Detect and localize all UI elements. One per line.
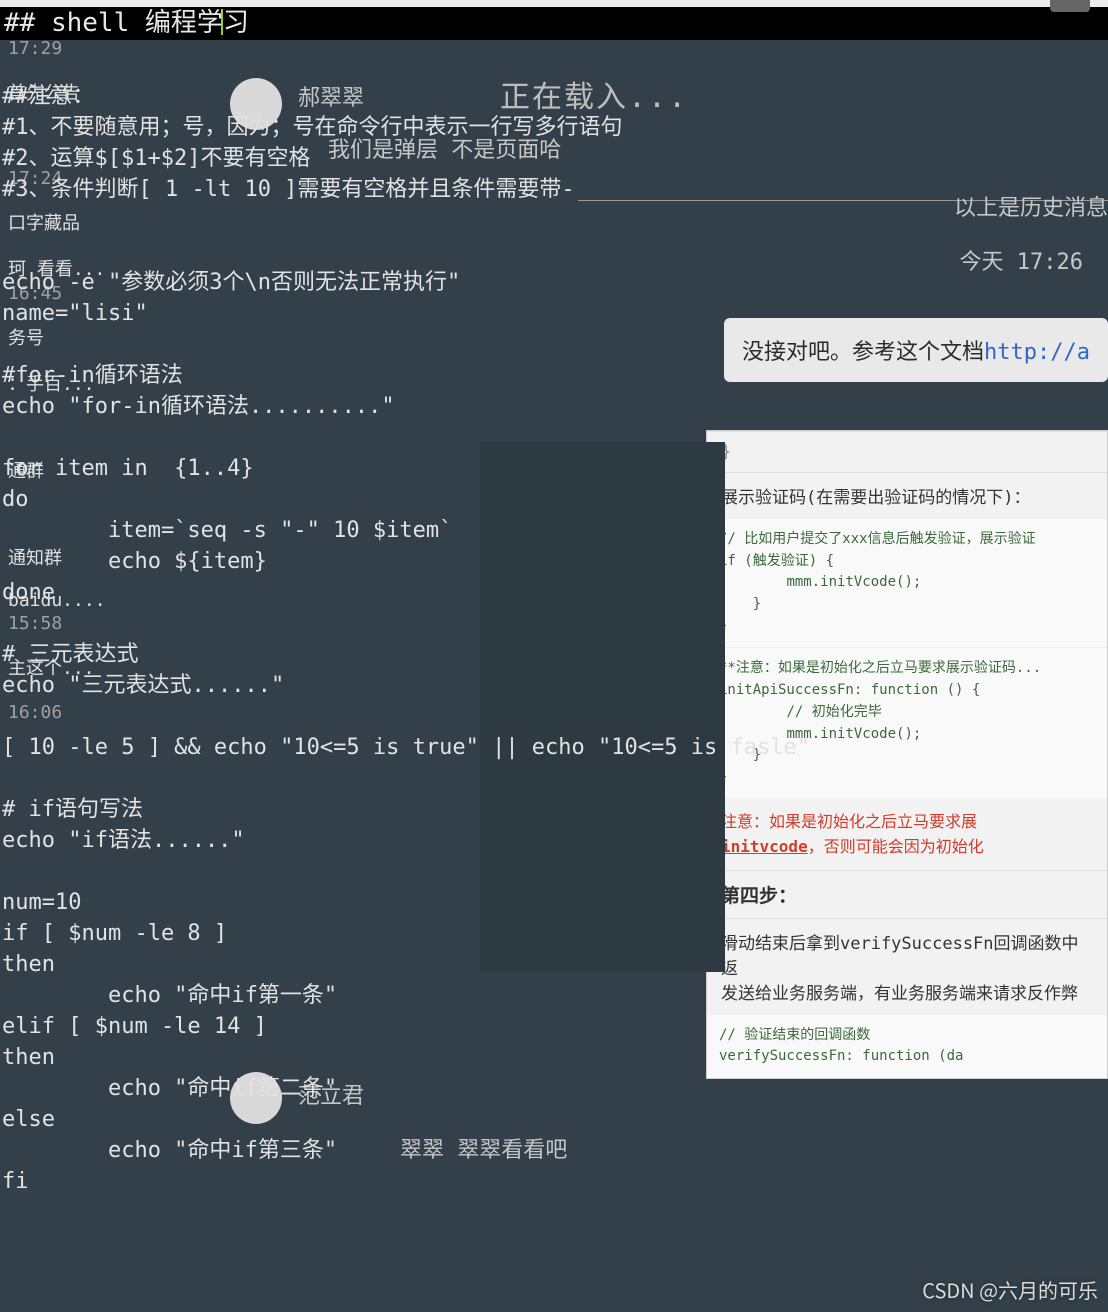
editor-body[interactable]: ##注意： #1、不要随意用；号，因为；号在命令行中表示一行写多行语句 #2、运…	[0, 40, 1108, 1312]
editor-title: ## shell 编程学习	[4, 2, 249, 39]
window-chrome-strip	[0, 0, 1108, 7]
window-button[interactable]	[1050, 0, 1090, 12]
shell-script-code[interactable]: ##注意： #1、不要随意用；号，因为；号在命令行中表示一行写多行语句 #2、运…	[2, 50, 1106, 1197]
watermark: CSDN @六月的可乐	[922, 1275, 1098, 1304]
terminal-editor: ## shell 编程学习 ##注意： #1、不要随意用；号，因为；号在命令行中…	[0, 0, 1108, 1312]
